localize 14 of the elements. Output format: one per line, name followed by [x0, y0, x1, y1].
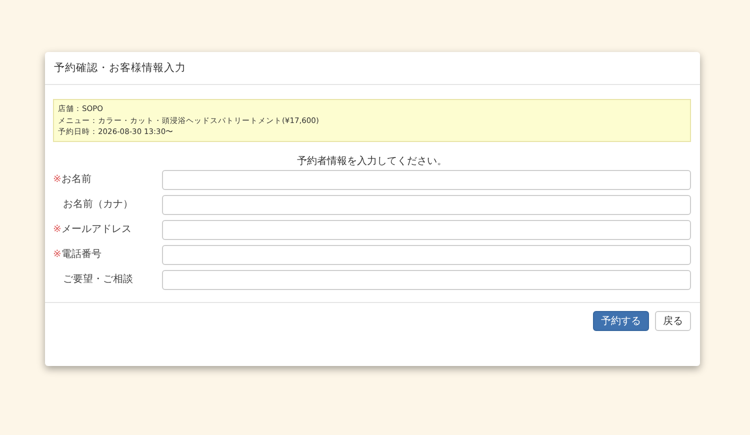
input-field[interactable]: [162, 194, 691, 214]
field-label: お名前（カナ）: [62, 198, 134, 210]
submit-button[interactable]: 予約する: [593, 310, 649, 330]
back-button[interactable]: 戻る: [655, 310, 691, 330]
input-field[interactable]: [162, 170, 691, 190]
field-label: ※電話番号: [53, 248, 102, 260]
field-label: ※お名前: [53, 172, 92, 186]
field-label: ※メールアドレス: [53, 222, 132, 236]
field-label: ご要望・ご相談: [62, 272, 134, 286]
form-heading: 予約者情報を入力してください。: [296, 154, 448, 168]
input-field[interactable]: [162, 270, 691, 290]
input-field[interactable]: [162, 220, 691, 240]
input-field[interactable]: [162, 244, 691, 264]
card-title: 予約確認・お客様情報入力: [54, 61, 186, 75]
